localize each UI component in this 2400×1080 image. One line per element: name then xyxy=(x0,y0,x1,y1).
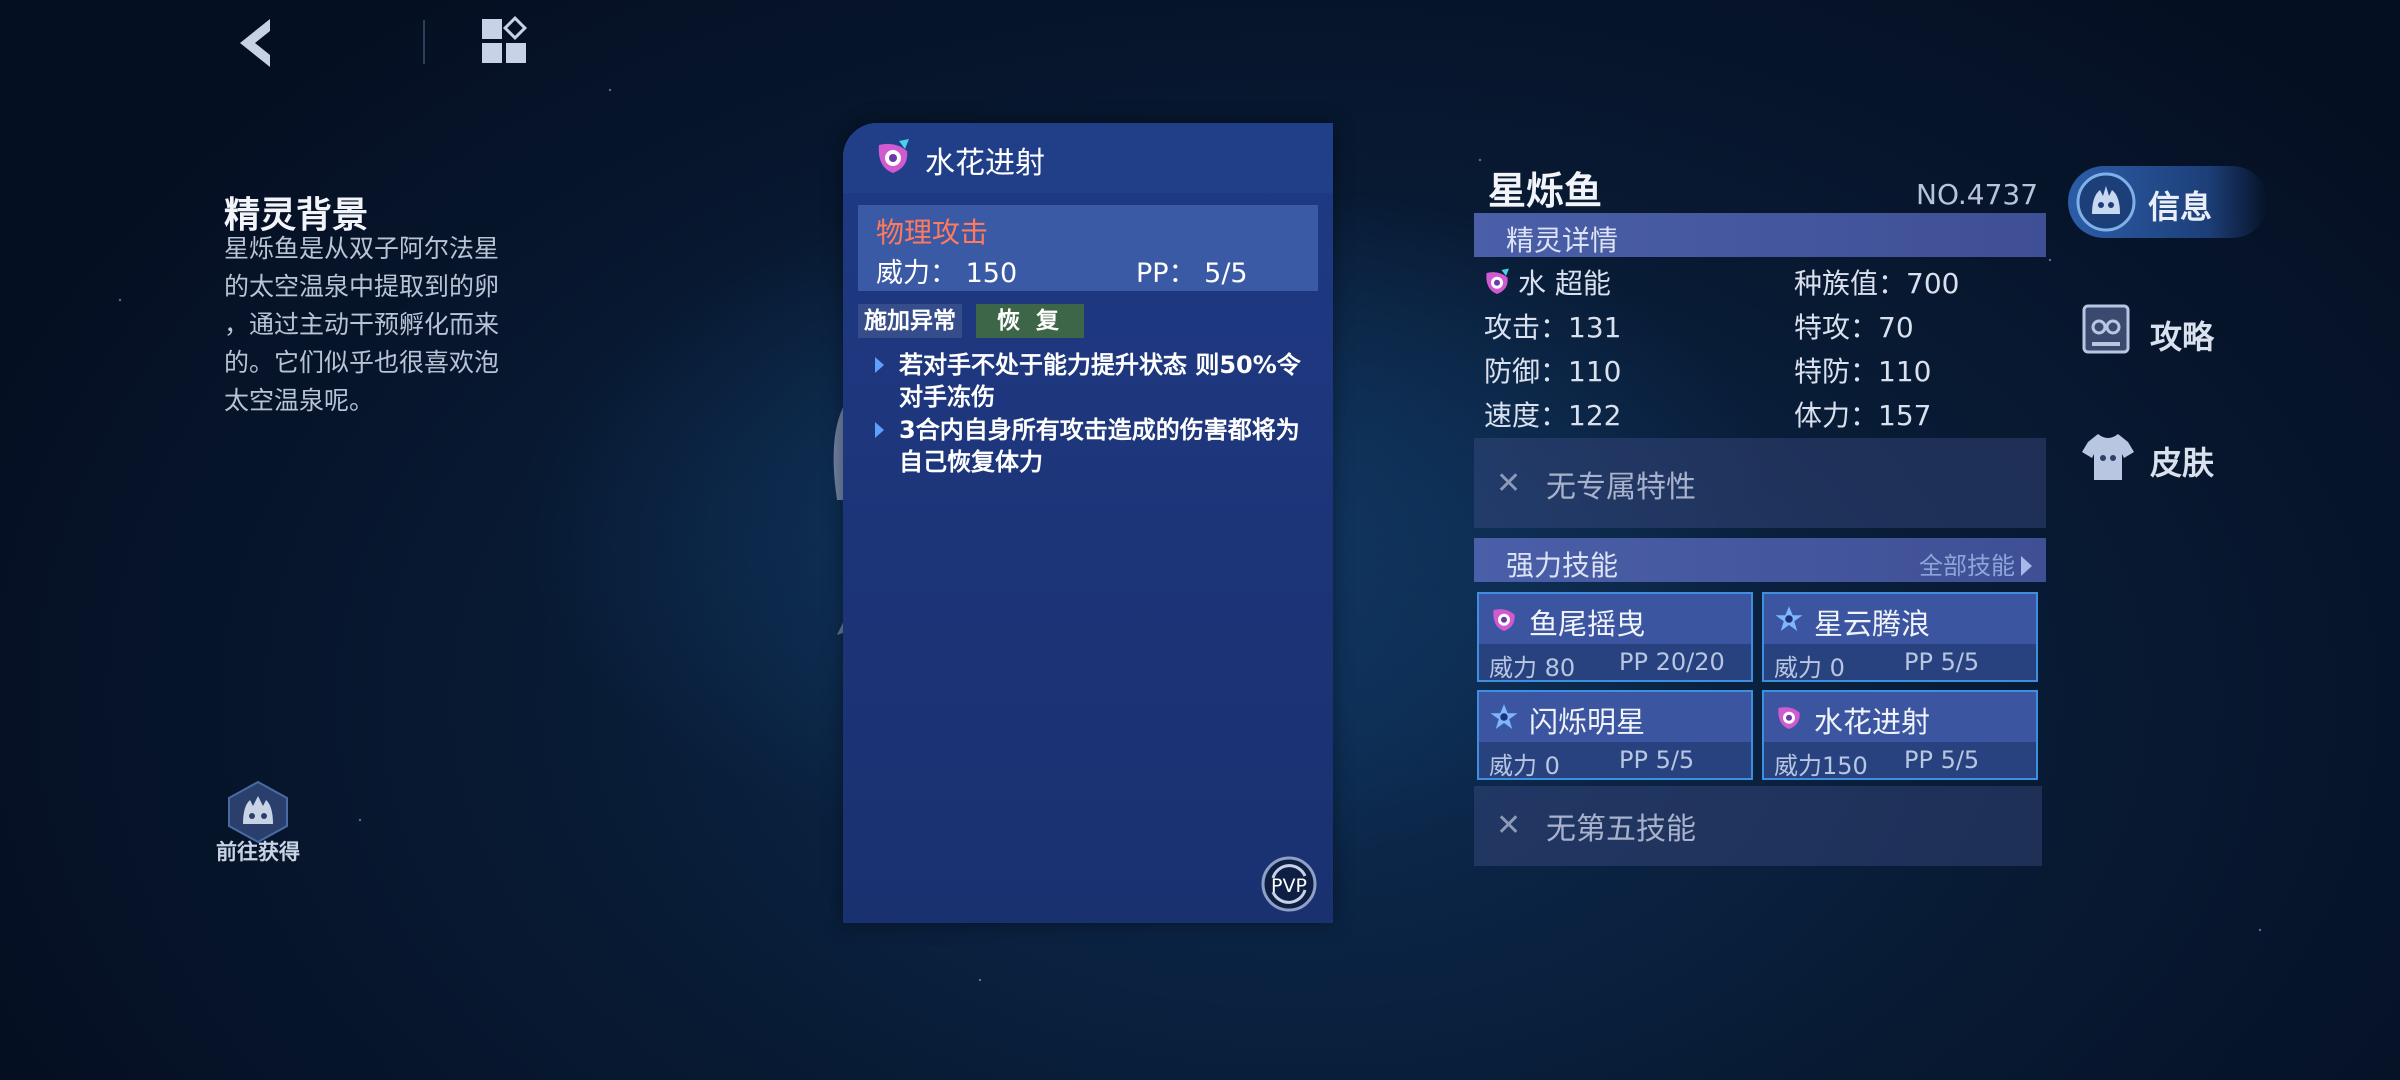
bullet-arrow-icon xyxy=(875,422,884,438)
bullet-arrow-icon xyxy=(875,357,884,373)
trait-panel: ✕ 无专属特性 xyxy=(1474,438,2046,528)
background-line: 太空温泉呢。 xyxy=(224,386,375,415)
shirt-icon xyxy=(2082,434,2134,480)
skill-slot[interactable]: 水花进射 威力150 PP 5/5 xyxy=(1762,690,2038,780)
skill-pp: PP 5/5 xyxy=(1904,648,1980,676)
chevron-left-icon xyxy=(240,19,270,67)
fifth-skill-text: 无第五技能 xyxy=(1546,812,1696,847)
skills-header-label: 强力技能 xyxy=(1506,549,1619,582)
skill-name: 水花进射 xyxy=(1814,705,1931,739)
skill-pp: PP 5/5 xyxy=(1619,746,1695,774)
water-element-icon xyxy=(1493,609,1515,631)
pet-elements: 水 超能 xyxy=(1482,262,1611,302)
cross-icon: ✕ xyxy=(1496,466,1522,501)
tab-info-label: 信息 xyxy=(2148,188,2213,226)
skill-pp: PP 5/5 xyxy=(1904,746,1980,774)
pet-number: NO.4737 xyxy=(1916,178,2039,211)
triangle-right-icon xyxy=(2021,556,2032,576)
stat-defense: 防御：110 xyxy=(1484,355,1622,388)
water-element-icon xyxy=(1486,268,1509,294)
attack-type: 物理攻击 xyxy=(876,216,989,249)
stat-hp: 体力：157 xyxy=(1794,399,1932,432)
effect-item: 若对手不处于能力提升状态 则50%令对手冻伤 xyxy=(875,349,1305,413)
skill-slot[interactable]: 星云腾浪 威力 0 PP 5/5 xyxy=(1762,592,2038,682)
star-element-icon xyxy=(1490,704,1518,729)
stat-sp-defense: 特防：110 xyxy=(1794,355,1932,388)
star-element-icon xyxy=(1775,606,1803,631)
trait-text: 无专属特性 xyxy=(1546,470,1696,505)
skill-name: 鱼尾摇曳 xyxy=(1529,607,1646,641)
pvp-toggle-button[interactable]: PVP xyxy=(1261,856,1317,912)
back-button[interactable] xyxy=(230,15,282,71)
details-header-label: 精灵详情 xyxy=(1506,224,1619,257)
pet-elements-text: 水 超能 xyxy=(1518,267,1611,300)
pvp-swap-icon: PVP xyxy=(1261,856,1317,912)
skill-name: 闪烁明星 xyxy=(1529,705,1646,739)
pvp-label: PVP xyxy=(1271,875,1307,897)
water-element-icon xyxy=(1778,707,1800,729)
tab-guide-label: 攻略 xyxy=(2150,318,2215,356)
tag-recover: 恢 复 xyxy=(976,304,1084,338)
pet-name: 星烁鱼 xyxy=(1488,169,1603,213)
skill-title: 水花进射 xyxy=(925,146,1045,181)
obtain-label: 前往获得 xyxy=(216,840,300,864)
tab-info[interactable]: 信息 xyxy=(2068,166,2268,240)
skill-slot[interactable]: 鱼尾摇曳 威力 80 PP 20/20 xyxy=(1477,592,1753,682)
skill-name: 星云腾浪 xyxy=(1814,607,1931,641)
tab-guide[interactable]: 攻略 xyxy=(2080,298,2230,368)
menu-button[interactable] xyxy=(478,15,534,71)
obtain-button[interactable]: 前往获得 xyxy=(208,780,308,870)
skill-card-header: 水花进射 xyxy=(843,123,1333,193)
effect-item: 3合内自身所有攻击造成的伤害都将为自己恢复体力 xyxy=(875,414,1305,478)
cross-icon: ✕ xyxy=(1496,808,1522,843)
water-element-icon xyxy=(878,139,909,173)
skill-stats-box: 物理攻击 威力： 150 PP： 5/5 xyxy=(858,205,1318,291)
tab-skin-label: 皮肤 xyxy=(2150,444,2215,482)
background-line: 的。它们似乎也很喜欢泡 xyxy=(224,348,500,377)
base-stat-total: 种族值：700 xyxy=(1794,267,1960,300)
skill-power: 威力： 150 xyxy=(876,258,1018,289)
fifth-skill-panel: ✕ 无第五技能 xyxy=(1474,786,2042,866)
background-text: 星烁鱼是从双子阿尔法星 的太空温泉中提取到的卵 ，通过主动干预孵化而来 的。它们… xyxy=(224,230,534,420)
stat-speed: 速度：122 xyxy=(1484,399,1622,432)
skill-power: 威力150 xyxy=(1774,752,1868,780)
nav-divider xyxy=(423,20,425,64)
flame-face-icon xyxy=(228,780,288,844)
skill-power: 威力 0 xyxy=(1774,654,1845,682)
effect-text: 若对手不处于能力提升状态 则50%令对手冻伤 xyxy=(899,351,1301,411)
effect-text: 3合内自身所有攻击造成的伤害都将为自己恢复体力 xyxy=(899,416,1300,476)
tab-skin[interactable]: 皮肤 xyxy=(2080,424,2230,494)
background-line: 星烁鱼是从双子阿尔法星 xyxy=(224,234,500,263)
all-skills-link[interactable]: 全部技能 xyxy=(1919,546,2032,581)
skill-pp: PP： 5/5 xyxy=(1136,258,1248,289)
grid-menu-icon xyxy=(482,15,528,63)
background-line: ，通过主动干预孵化而来 xyxy=(224,310,500,339)
skill-slot[interactable]: 闪烁明星 威力 0 PP 5/5 xyxy=(1477,690,1753,780)
skill-power: 威力 0 xyxy=(1489,752,1560,780)
info-face-icon xyxy=(2076,172,2136,232)
skill-power: 威力 80 xyxy=(1489,654,1576,682)
skills-header: 强力技能 全部技能 xyxy=(1474,538,2046,582)
background-line: 的太空温泉中提取到的卵 xyxy=(224,272,500,301)
skill-detail-card: 水花进射 物理攻击 威力： 150 PP： 5/5 施加异常 恢 复 若对手不处… xyxy=(843,123,1333,923)
all-skills-label: 全部技能 xyxy=(1919,552,2015,580)
tag-status-effect: 施加异常 xyxy=(858,304,962,338)
skill-pp: PP 20/20 xyxy=(1619,648,1725,676)
guide-book-icon xyxy=(2082,304,2130,354)
stat-sp-attack: 特攻：70 xyxy=(1794,311,1914,344)
details-header: 精灵详情 xyxy=(1474,213,2046,257)
stat-attack: 攻击：131 xyxy=(1484,311,1622,344)
